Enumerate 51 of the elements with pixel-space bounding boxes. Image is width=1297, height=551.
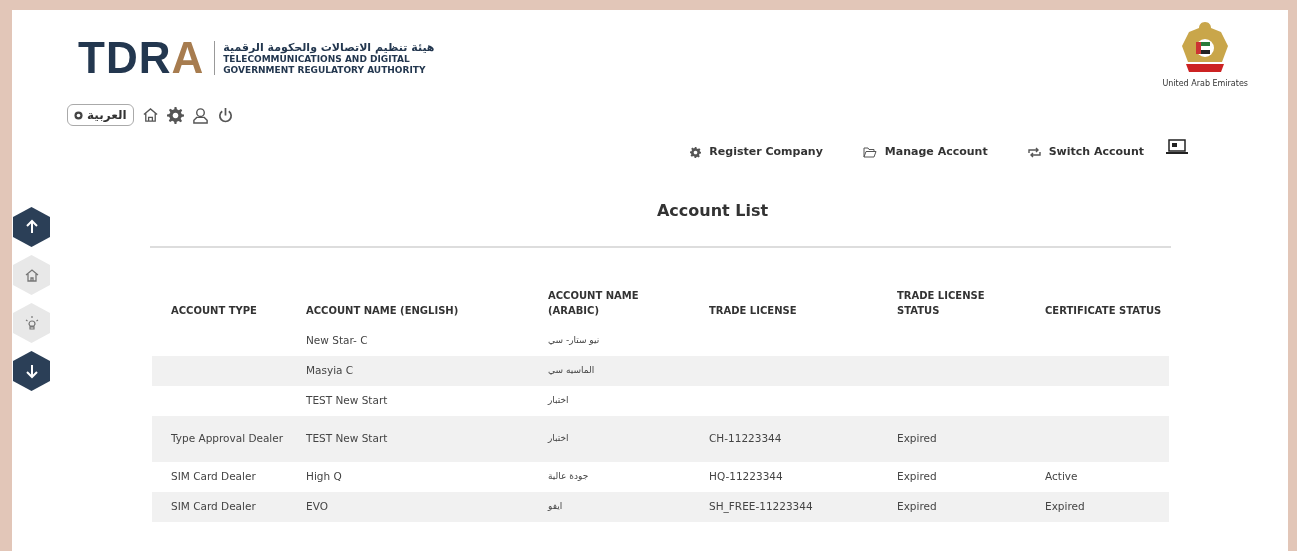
table-cell: EVO xyxy=(287,491,529,522)
table-cell: CH-11223344 xyxy=(690,415,878,462)
table-cell: جودة عالية xyxy=(529,461,690,492)
table-cell: New Star- C xyxy=(287,325,529,356)
column-header: ACCOUNT NAME (ARABIC) xyxy=(547,288,640,318)
authority-name-line: TELECOMMUNICATIONS AND DIGITAL xyxy=(223,53,411,65)
authority-name-arabic: هيئة تنظيم الاتصالات والحكومة الرقمية xyxy=(223,40,435,54)
table-cell: نيو ستار- سي xyxy=(529,325,690,356)
page-title: Account List xyxy=(655,199,770,222)
authority-name-line: GOVERNMENT REGULATORY AUTHORITY xyxy=(223,64,427,76)
column-header: TRADE LICENSE STATUS xyxy=(896,288,986,318)
table-cell: اختبار xyxy=(529,415,690,462)
folder-icon xyxy=(862,146,877,158)
home-icon xyxy=(23,267,40,283)
language-button[interactable]: العربية xyxy=(67,104,134,126)
light-bulb-icon xyxy=(23,315,40,331)
power-icon[interactable] xyxy=(216,106,234,124)
table-cell: الماسيه سي xyxy=(529,355,690,386)
down-arrow-icon xyxy=(23,363,40,379)
table-cell: TEST New Start xyxy=(287,415,529,462)
globe-icon xyxy=(74,110,83,120)
table-cell: ايفو xyxy=(529,491,690,522)
table-cell: Expired xyxy=(878,415,1026,462)
column-header: ACCOUNT TYPE xyxy=(170,303,258,318)
table-cell: SIM Card Dealer xyxy=(152,461,287,492)
gear-icon xyxy=(690,146,702,158)
table-cell: HQ-11223344 xyxy=(690,461,878,492)
table-cell: SH_FREE-11223344 xyxy=(690,491,878,522)
logo-mark: TDRA xyxy=(78,36,205,80)
settings-icon[interactable] xyxy=(166,106,184,124)
table-cell: Expired xyxy=(1026,491,1169,522)
table-cell: Expired xyxy=(878,491,1026,522)
column-header: CERTIFICATE STATUS xyxy=(1044,303,1163,318)
table-cell: TEST New Start xyxy=(287,385,529,416)
table-cell: Type Approval Dealer xyxy=(152,415,287,462)
table-cell: High Q xyxy=(287,461,529,492)
table-cell: اختبار xyxy=(529,385,690,416)
user-icon[interactable] xyxy=(191,106,209,124)
nav-link[interactable]: Switch Account xyxy=(1027,144,1144,161)
column-header: TRADE LICENSE xyxy=(708,303,798,318)
laptop-icon[interactable] xyxy=(1166,139,1188,156)
table-cell: Masyia C xyxy=(287,355,529,386)
column-header: ACCOUNT NAME (ENGLISH) xyxy=(305,303,460,318)
table-cell: SIM Card Dealer xyxy=(152,491,287,522)
nav-link[interactable]: Register Company xyxy=(690,144,823,161)
emblem-caption: United Arab Emirates xyxy=(1162,78,1248,90)
table-cell: Active xyxy=(1026,461,1169,492)
home-icon[interactable] xyxy=(141,106,159,124)
table-cell: Expired xyxy=(878,461,1026,492)
switch-arrows-icon xyxy=(1027,146,1041,158)
nav-link[interactable]: Manage Account xyxy=(862,144,988,161)
